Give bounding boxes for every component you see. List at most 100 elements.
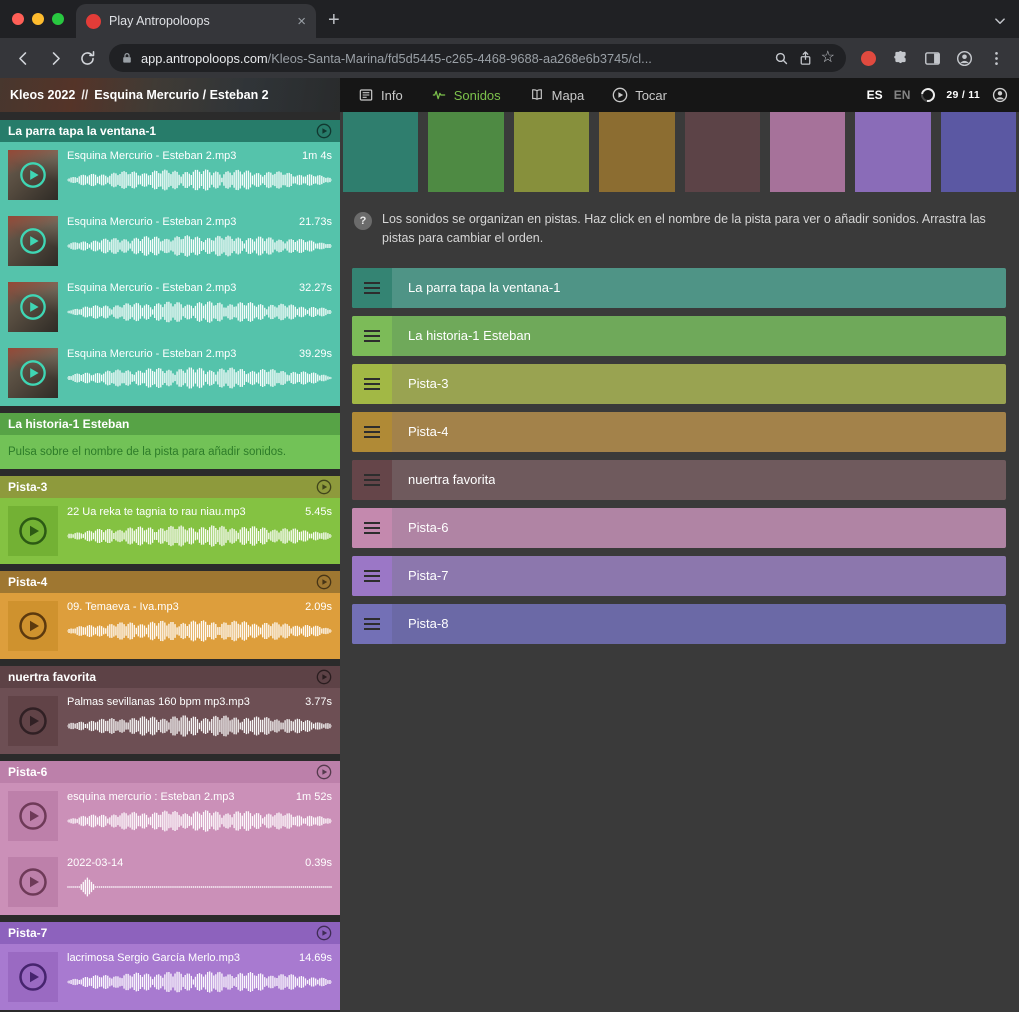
track-row[interactable]: Pista-3 bbox=[352, 364, 1006, 404]
url-host: app.antropoloops.com bbox=[141, 51, 268, 66]
clip-play-icon bbox=[18, 516, 48, 546]
url-text[interactable]: app.antropoloops.com/Kleos-Santa-Marina/… bbox=[141, 51, 766, 66]
audio-clip[interactable]: lacrimosa Sergio García Merlo.mp314.69s bbox=[0, 944, 340, 1010]
clip-play-button[interactable] bbox=[8, 857, 58, 907]
play-icon bbox=[612, 87, 628, 103]
audio-clip[interactable]: Esquina Mercurio - Esteban 2.mp339.29s bbox=[0, 340, 340, 406]
lock-icon[interactable] bbox=[120, 51, 134, 65]
track-row[interactable]: La historia-1 Esteban bbox=[352, 316, 1006, 356]
track-color-swatch[interactable] bbox=[599, 112, 674, 192]
extensions-puzzle-icon[interactable] bbox=[885, 43, 915, 73]
audio-clip[interactable]: Esquina Mercurio - Esteban 2.mp321.73s bbox=[0, 208, 340, 274]
track-play-icon[interactable] bbox=[316, 479, 332, 495]
language-es-button[interactable]: ES bbox=[867, 88, 883, 102]
zoom-window-button[interactable] bbox=[52, 13, 64, 25]
clip-thumbnail[interactable] bbox=[8, 348, 58, 398]
drag-handle-icon[interactable] bbox=[352, 316, 392, 356]
audio-clip[interactable]: esquina mercurio : Esteban 2.mp31m 52s bbox=[0, 783, 340, 849]
track-header[interactable]: Pista-6 bbox=[0, 761, 340, 783]
drag-handle-icon[interactable] bbox=[352, 364, 392, 404]
track-play-icon[interactable] bbox=[316, 669, 332, 685]
track-play-icon[interactable] bbox=[316, 764, 332, 780]
track-color-swatch[interactable] bbox=[855, 112, 930, 192]
audio-clip[interactable]: 09. Temaeva - Iva.mp32.09s bbox=[0, 593, 340, 659]
clip-thumbnail[interactable] bbox=[8, 150, 58, 200]
audio-clip[interactable]: 2022-03-140.39s bbox=[0, 849, 340, 915]
forward-icon[interactable] bbox=[40, 43, 70, 73]
tab-info[interactable]: Info bbox=[358, 87, 403, 103]
address-bar[interactable]: app.antropoloops.com/Kleos-Santa-Marina/… bbox=[109, 44, 846, 72]
track-header[interactable]: nuertra favorita bbox=[0, 666, 340, 688]
close-window-button[interactable] bbox=[12, 13, 24, 25]
reload-icon[interactable] bbox=[72, 43, 102, 73]
track-header[interactable]: Pista-4 bbox=[0, 571, 340, 593]
help-icon: ? bbox=[354, 212, 372, 230]
tab-mapa[interactable]: Mapa bbox=[529, 87, 585, 103]
clip-play-button[interactable] bbox=[8, 696, 58, 746]
app-nav: Info Sonidos Mapa Tocar bbox=[340, 78, 667, 112]
track-color-swatch[interactable] bbox=[514, 112, 589, 192]
browser-tab[interactable]: Play Antropoloops × bbox=[76, 4, 316, 38]
browser-menu-kebab-icon[interactable] bbox=[981, 43, 1011, 73]
language-en-button[interactable]: EN bbox=[894, 88, 911, 102]
track-play-icon[interactable] bbox=[316, 123, 332, 139]
track-header[interactable]: La historia-1 Esteban bbox=[0, 413, 340, 435]
user-account-icon[interactable] bbox=[991, 86, 1009, 104]
side-panel-icon[interactable] bbox=[917, 43, 947, 73]
sounds-panel: ? Los sonidos se organizan en pistas. Ha… bbox=[340, 112, 1019, 1012]
clip-thumbnail[interactable] bbox=[8, 216, 58, 266]
clip-play-icon bbox=[18, 867, 48, 897]
help-note: ? Los sonidos se organizan en pistas. Ha… bbox=[354, 210, 991, 248]
track-header[interactable]: La parra tapa la ventana-1 bbox=[0, 120, 340, 142]
sidebar-track-2: La historia-1 Esteban Pulsa sobre el nom… bbox=[0, 413, 340, 469]
sidebar-track-6: Pista-6 esquina mercurio : Esteban 2.mp3… bbox=[0, 761, 340, 915]
drag-handle-icon[interactable] bbox=[352, 412, 392, 452]
track-row[interactable]: Pista-4 bbox=[352, 412, 1006, 452]
drag-handle-icon[interactable] bbox=[352, 268, 392, 308]
track-color-swatch[interactable] bbox=[428, 112, 503, 192]
new-tab-button[interactable]: + bbox=[328, 10, 340, 30]
share-icon[interactable] bbox=[797, 50, 814, 67]
clip-play-icon bbox=[19, 161, 47, 189]
tab-tocar[interactable]: Tocar bbox=[612, 87, 667, 103]
tab-sonidos[interactable]: Sonidos bbox=[431, 87, 501, 103]
track-row[interactable]: nuertra favorita bbox=[352, 460, 1006, 500]
drag-handle-icon[interactable] bbox=[352, 508, 392, 548]
clip-play-button[interactable] bbox=[8, 952, 58, 1002]
drag-handle-icon[interactable] bbox=[352, 604, 392, 644]
bookmark-star-icon[interactable]: ☆ bbox=[821, 50, 835, 66]
clip-duration: 2.09s bbox=[305, 601, 332, 613]
drag-handle-icon[interactable] bbox=[352, 460, 392, 500]
drag-handle-icon[interactable] bbox=[352, 556, 392, 596]
track-color-swatch[interactable] bbox=[685, 112, 760, 192]
track-play-icon[interactable] bbox=[316, 574, 332, 590]
audio-clip[interactable]: Esquina Mercurio - Esteban 2.mp31m 4s bbox=[0, 142, 340, 208]
close-tab-icon[interactable]: × bbox=[297, 14, 306, 29]
track-color-swatch[interactable] bbox=[343, 112, 418, 192]
track-row[interactable]: La parra tapa la ventana-1 bbox=[352, 268, 1006, 308]
track-color-swatch[interactable] bbox=[941, 112, 1016, 192]
track-play-icon[interactable] bbox=[316, 925, 332, 941]
audio-clip[interactable]: Esquina Mercurio - Esteban 2.mp332.27s bbox=[0, 274, 340, 340]
minimize-window-button[interactable] bbox=[32, 13, 44, 25]
track-color-swatch[interactable] bbox=[770, 112, 845, 192]
clip-play-button[interactable] bbox=[8, 601, 58, 651]
audio-clip[interactable]: 22 Ua reka te tagnia to rau niau.mp35.45… bbox=[0, 498, 340, 564]
track-header[interactable]: Pista-7 bbox=[0, 922, 340, 944]
clip-play-button[interactable] bbox=[8, 791, 58, 841]
clip-play-button[interactable] bbox=[8, 506, 58, 556]
zoom-icon[interactable] bbox=[773, 50, 790, 67]
track-row[interactable]: Pista-6 bbox=[352, 508, 1006, 548]
tab-search-chevron-icon[interactable] bbox=[991, 12, 1009, 30]
waveform bbox=[67, 618, 332, 644]
breadcrumb[interactable]: Kleos 2022 // Esquina Mercurio / Esteban… bbox=[0, 78, 340, 112]
recorder-extension-icon[interactable] bbox=[853, 43, 883, 73]
clip-duration: 0.39s bbox=[305, 857, 332, 869]
track-row[interactable]: Pista-7 bbox=[352, 556, 1006, 596]
clip-thumbnail[interactable] bbox=[8, 282, 58, 332]
back-icon[interactable] bbox=[8, 43, 38, 73]
audio-clip[interactable]: Palmas sevillanas 160 bpm mp3.mp33.77s bbox=[0, 688, 340, 754]
track-row[interactable]: Pista-8 bbox=[352, 604, 1006, 644]
track-header[interactable]: Pista-3 bbox=[0, 476, 340, 498]
browser-profile-avatar[interactable] bbox=[949, 43, 979, 73]
